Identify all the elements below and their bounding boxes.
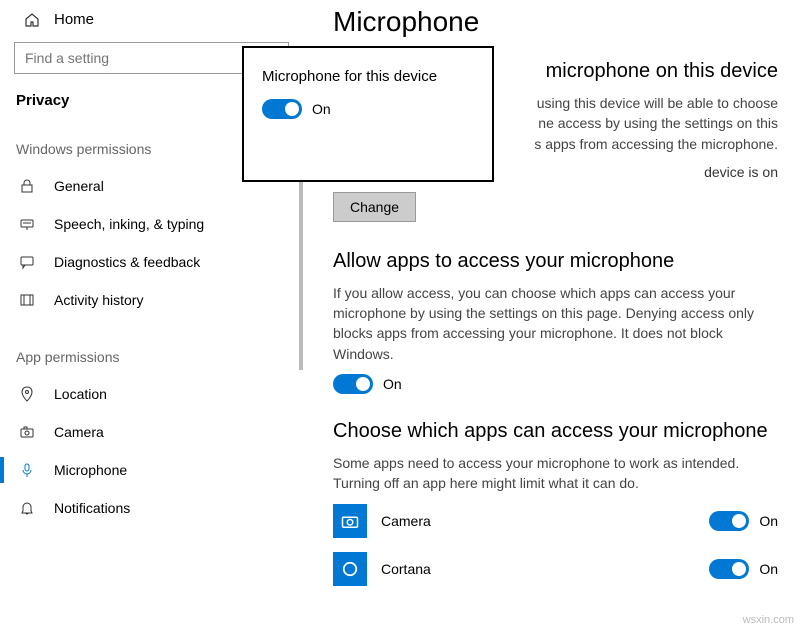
device-microphone-toggle-label: On (312, 101, 331, 117)
camera-icon (18, 423, 36, 441)
home-label: Home (54, 11, 94, 28)
sidebar-item-speech[interactable]: Speech, inking, & typing (0, 205, 303, 243)
cortana-app-icon (333, 552, 367, 586)
sidebar-item-camera[interactable]: Camera (0, 413, 303, 451)
sidebar-item-label: Notifications (54, 500, 130, 516)
app-row-camera: Camera On (333, 504, 778, 538)
camera-app-toggle-label: On (759, 513, 778, 529)
section2-heading: Allow apps to access your microphone (333, 250, 778, 273)
sidebar-item-label: Location (54, 386, 107, 402)
allow-apps-toggle[interactable] (333, 374, 373, 394)
microphone-icon (18, 461, 36, 479)
sidebar-item-label: Activity history (54, 292, 143, 308)
location-icon (18, 385, 36, 403)
home-icon (24, 12, 40, 28)
feedback-icon (18, 253, 36, 271)
speech-icon (18, 215, 36, 233)
notifications-icon (18, 499, 36, 517)
camera-app-toggle[interactable] (709, 511, 749, 531)
app-name: Camera (381, 513, 431, 529)
watermark: wsxin.com (743, 614, 794, 626)
sidebar-item-notifications[interactable]: Notifications (0, 489, 303, 527)
sidebar-item-diagnostics[interactable]: Diagnostics & feedback (0, 243, 303, 281)
section-app-permissions: App permissions (0, 341, 303, 375)
sidebar-item-location[interactable]: Location (0, 375, 303, 413)
cortana-app-toggle-label: On (759, 561, 778, 577)
activity-icon (18, 291, 36, 309)
allow-apps-toggle-label: On (383, 376, 402, 392)
sidebar-item-label: General (54, 178, 104, 194)
camera-app-icon (333, 504, 367, 538)
change-button[interactable]: Change (333, 192, 416, 222)
popup-title: Microphone for this device (262, 68, 474, 85)
app-name: Cortana (381, 561, 431, 577)
lock-icon (18, 177, 36, 195)
sidebar-item-label: Microphone (54, 462, 127, 478)
section2-desc: If you allow access, you can choose whic… (333, 283, 778, 364)
microphone-device-popup: Microphone for this device On (242, 46, 494, 182)
section3-heading: Choose which apps can access your microp… (333, 420, 778, 443)
app-row-cortana: Cortana On (333, 552, 778, 586)
sidebar-item-microphone[interactable]: Microphone (0, 451, 303, 489)
search-input[interactable] (25, 50, 229, 66)
sidebar-item-label: Speech, inking, & typing (54, 216, 204, 232)
cortana-app-toggle[interactable] (709, 559, 749, 579)
sidebar-item-label: Diagnostics & feedback (54, 254, 200, 270)
sidebar-item-label: Camera (54, 424, 104, 440)
sidebar-item-activity[interactable]: Activity history (0, 281, 303, 319)
section3-desc: Some apps need to access your microphone… (333, 453, 778, 494)
device-microphone-toggle[interactable] (262, 99, 302, 119)
home-link[interactable]: Home (0, 11, 303, 42)
